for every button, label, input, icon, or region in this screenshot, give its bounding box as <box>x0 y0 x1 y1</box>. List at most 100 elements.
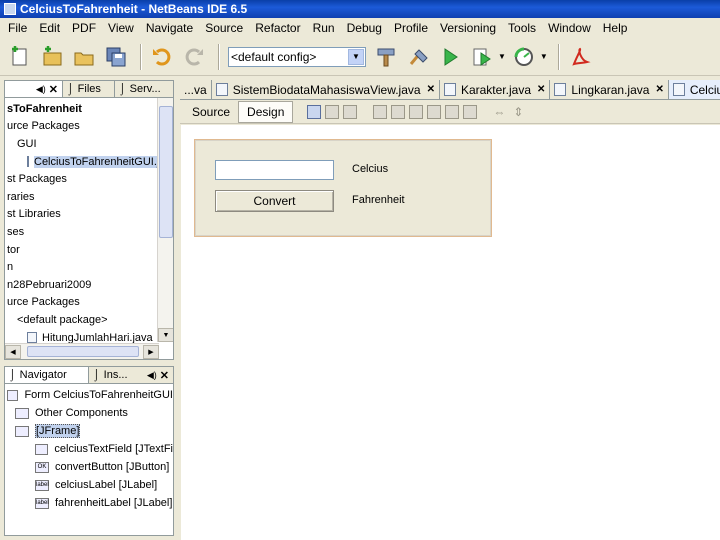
menu-file[interactable]: File <box>2 21 33 35</box>
align-center-icon[interactable] <box>409 104 424 119</box>
celcius-text-field[interactable] <box>215 160 334 180</box>
chevron-down-icon[interactable]: ▼ <box>540 52 548 61</box>
connection-mode-icon[interactable] <box>325 104 340 119</box>
align-right-icon[interactable] <box>391 104 406 119</box>
tree-node[interactable]: st Libraries <box>5 206 159 224</box>
horizontal-scrollbar[interactable]: ◀ ▶ <box>5 343 159 359</box>
navigator-node[interactable]: Other Components <box>5 404 173 422</box>
resize-horizontal-icon[interactable]: ⇔ <box>493 105 505 119</box>
navigator-node[interactable]: Form CelciusToFahrenheitGUI <box>5 386 173 404</box>
new-project-button[interactable] <box>38 43 66 71</box>
menu-pdf[interactable]: PDF <box>66 21 102 35</box>
menu-source[interactable]: Source <box>199 21 249 35</box>
projects-panel-tabs: ◀) ✕ ⌡ Files ⌡ Serv... <box>4 80 174 98</box>
chevron-down-icon[interactable]: ▼ <box>498 52 506 61</box>
selection-mode-icon[interactable] <box>307 104 322 119</box>
editor-tab[interactable]: Lingkaran.java ✕ <box>550 80 669 99</box>
tree-node[interactable]: sToFahrenheit <box>5 100 159 118</box>
editor-tabs: ...va SistemBiodataMahasiswaView.java ✕ Kar… <box>180 80 720 100</box>
align-left-icon[interactable] <box>373 104 388 119</box>
tab-navigator[interactable]: ⌡ Navigator <box>5 367 89 383</box>
menu-window[interactable]: Window <box>542 21 597 35</box>
tree-node[interactable]: ses <box>5 223 159 241</box>
save-all-button[interactable] <box>102 43 130 71</box>
open-folder-icon <box>74 52 94 65</box>
redo-button[interactable] <box>180 43 208 71</box>
navigator-node[interactable]: label fahrenheitLabel [JLabel] <box>5 494 173 512</box>
navigator-node[interactable]: label celciusLabel [JLabel] <box>5 476 173 494</box>
menu-view[interactable]: View <box>102 21 140 35</box>
scroll-left-icon[interactable]: ◀ <box>5 345 21 359</box>
undo-button[interactable] <box>148 43 176 71</box>
menu-tools[interactable]: Tools <box>502 21 542 35</box>
editor-tab[interactable]: ...va <box>180 80 212 99</box>
menu-edit[interactable]: Edit <box>33 21 66 35</box>
tree-node-label: ses <box>7 225 25 238</box>
tree-node[interactable]: raries <box>5 188 159 206</box>
tree-node-label: CelciusToFahrenheitGUI.ja <box>34 155 166 168</box>
menu-navigate[interactable]: Navigate <box>140 21 199 35</box>
chevron-down-icon[interactable]: ▼ <box>348 48 364 65</box>
tree-node[interactable]: tor <box>5 241 159 259</box>
editor-tab[interactable]: CelciusToF <box>668 80 720 99</box>
tree-node[interactable]: n <box>5 258 159 276</box>
minimize-icon[interactable]: ◀) <box>36 84 46 95</box>
navigator-node[interactable]: OK convertButton [JButton] <box>5 458 173 476</box>
resize-vertical-icon[interactable]: ⇕ <box>513 105 523 119</box>
convert-button[interactable]: Convert <box>215 190 334 212</box>
new-project-icon <box>43 45 62 65</box>
menu-help[interactable]: Help <box>597 21 634 35</box>
menu-profile[interactable]: Profile <box>388 21 434 35</box>
open-project-button[interactable] <box>70 43 98 71</box>
tab-projects[interactable]: ◀) ✕ <box>5 81 63 97</box>
navigator-node[interactable]: [JFrame] <box>5 422 173 440</box>
run-icon <box>444 47 458 66</box>
new-file-button[interactable] <box>6 43 34 71</box>
clean-build-button[interactable] <box>404 43 432 71</box>
align-middle-icon[interactable] <box>463 104 478 119</box>
tab-inspector[interactable]: ⌡ Ins... ◀) ✕ <box>89 367 173 383</box>
design-mode-button[interactable]: Design <box>238 100 294 123</box>
navigator-node[interactable]: celciusTextField [JTextFi <box>5 440 173 458</box>
align-bottom-icon[interactable] <box>445 104 460 119</box>
tree-node[interactable]: st Packages <box>5 170 159 188</box>
menu-versioning[interactable]: Versioning <box>434 21 502 35</box>
tree-node[interactable]: GUI <box>5 135 159 153</box>
scroll-right-icon[interactable]: ▶ <box>143 345 159 359</box>
tree-node[interactable]: n28Pebruari2009 <box>5 276 159 294</box>
preview-design-icon[interactable] <box>343 104 358 119</box>
source-mode-button[interactable]: Source <box>184 101 238 123</box>
debug-button[interactable] <box>468 43 496 71</box>
tree-node[interactable]: urce Packages <box>5 294 159 312</box>
scrollbar-thumb[interactable] <box>159 106 173 238</box>
component-icon: label <box>35 497 49 509</box>
tab-files[interactable]: ⌡ Files <box>63 81 115 97</box>
pdf-button[interactable] <box>566 43 594 71</box>
tree-node[interactable]: CelciusToFahrenheitGUI.ja <box>5 153 166 171</box>
tab-services[interactable]: ⌡ Serv... <box>115 81 173 97</box>
editor-tab[interactable]: SistemBiodataMahasiswaView.java ✕ <box>212 80 440 99</box>
jframe-form[interactable]: Convert Celcius Fahrenheit <box>194 139 492 237</box>
close-icon[interactable]: ✕ <box>427 84 435 95</box>
tree-node[interactable]: urce Packages <box>5 118 159 136</box>
menu-refactor[interactable]: Refactor <box>249 21 306 35</box>
java-file-icon <box>672 83 685 96</box>
scroll-down-icon[interactable]: ▼ <box>158 328 173 342</box>
close-icon[interactable]: ✕ <box>160 369 169 382</box>
menu-run[interactable]: Run <box>307 21 341 35</box>
design-canvas[interactable]: Convert Celcius Fahrenheit <box>181 125 720 540</box>
run-button[interactable] <box>436 43 464 71</box>
configuration-select[interactable]: <default config> ▼ <box>228 46 366 67</box>
close-icon[interactable]: ✕ <box>537 84 545 95</box>
editor-tab[interactable]: Karakter.java ✕ <box>440 80 551 99</box>
close-icon[interactable]: ✕ <box>655 84 663 95</box>
build-button[interactable] <box>372 43 400 71</box>
minimize-icon[interactable]: ◀) <box>147 370 157 381</box>
tree-node[interactable]: <default package> <box>5 311 159 329</box>
align-top-icon[interactable] <box>427 104 442 119</box>
menu-debug[interactable]: Debug <box>341 21 388 35</box>
close-icon[interactable]: ✕ <box>49 83 58 96</box>
scrollbar-thumb[interactable] <box>27 346 139 357</box>
vertical-scrollbar[interactable]: ▼ <box>157 98 173 342</box>
profile-button[interactable] <box>510 43 538 71</box>
